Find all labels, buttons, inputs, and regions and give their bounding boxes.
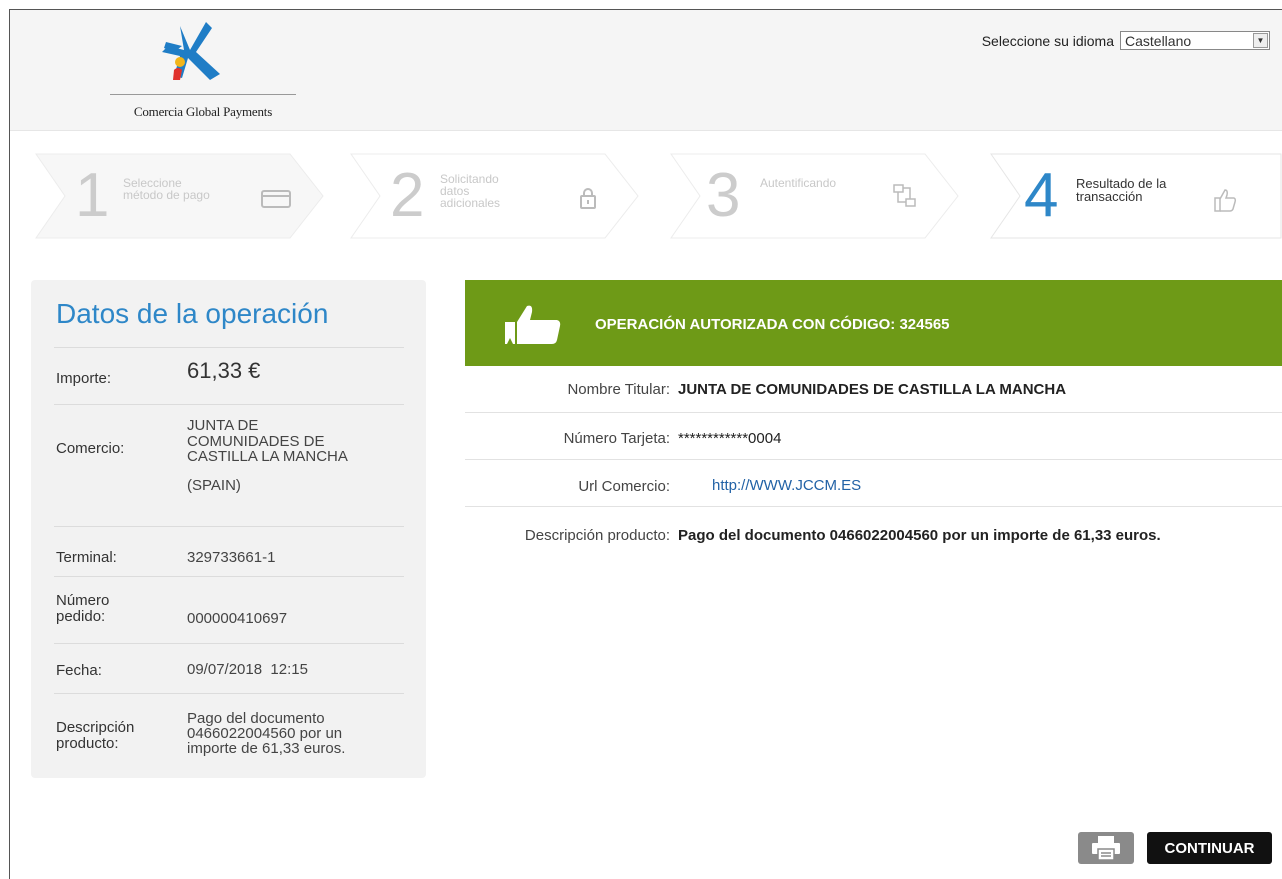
continue-button[interactable]: CONTINUAR: [1147, 832, 1272, 864]
step-1-label: Seleccione método de pago: [123, 176, 210, 202]
step-1: 1 Seleccione método de pago: [35, 153, 325, 239]
comercio-country: (SPAIN): [187, 477, 241, 494]
step-2-number: 2: [390, 161, 425, 230]
pedido-label-line-2: pedido:: [56, 608, 106, 625]
step-4-label: Resultado de la transacción: [1076, 176, 1167, 204]
authorization-banner: OPERACIÓN AUTORIZADA CON CÓDIGO: 324565: [465, 280, 1282, 366]
comercio-label: Comercio:: [56, 440, 125, 457]
divider: [54, 643, 404, 644]
terminal-label: Terminal:: [56, 549, 117, 566]
url-label: Url Comercio:: [578, 478, 670, 495]
logo-divider: [110, 94, 296, 95]
comercio-value-line-1: JUNTA DE: [187, 417, 259, 434]
descripcion-label-line-2: producto:: [56, 735, 119, 752]
step-3-label: Autentificando: [760, 176, 837, 190]
page-frame: Comercia Global Payments Seleccione su i…: [9, 9, 1282, 879]
language-label: Seleccione su idioma: [981, 32, 1114, 49]
tarjeta-label: Número Tarjeta:: [563, 430, 670, 447]
descripcion-value-line-1: Pago del documento: [187, 710, 325, 727]
result-row-url: Url Comercio: http://WWW.JCCM.ES: [465, 460, 1282, 507]
operation-title: Datos de la operación: [56, 298, 329, 329]
step-1-number: 1: [75, 161, 110, 230]
step-3-number: 3: [706, 161, 741, 230]
importe-label: Importe:: [56, 370, 112, 387]
descripcion-value-line-3: importe de 61,33 euros.: [187, 740, 346, 757]
language-selected-value: Castellano: [1125, 32, 1192, 49]
caixa-star-logo-icon: [162, 22, 220, 80]
importe-value: 61,33 €: [187, 358, 261, 383]
language-selector: Seleccione su idioma Castellano ▼: [982, 31, 1270, 50]
step-4: 4 Resultado de la transacción: [990, 153, 1282, 239]
lock-icon: [580, 188, 596, 209]
url-link[interactable]: http://WWW.JCCM.ES: [712, 477, 861, 494]
titular-label: Nombre Titular:: [567, 381, 670, 398]
step-2-label: Solicitando datos adicionales: [440, 172, 501, 210]
fecha-label: Fecha:: [56, 662, 102, 679]
flow-icon: [893, 184, 916, 207]
result-row-tarjeta: Número Tarjeta: ************0004: [465, 413, 1282, 460]
divider: [54, 347, 404, 348]
printer-icon: [1092, 836, 1120, 861]
progress-steps: 1 Seleccione método de pago 2 Solicitand…: [10, 153, 1282, 239]
logo-text: Comercia Global Payments: [133, 104, 273, 119]
result-row-titular: Nombre Titular: JUNTA DE COMUNIDADES DE …: [465, 366, 1282, 413]
step-3: 3 Autentificando: [670, 153, 960, 239]
thumbs-up-icon: [505, 305, 561, 344]
comercio-value-line-2: COMUNIDADES DE: [187, 433, 325, 450]
thumbs-up-icon: [1214, 189, 1237, 212]
operation-details-card: Datos de la operación Importe: 61,33 € C…: [31, 280, 426, 778]
descripcion-label: Descripción producto:: [524, 527, 670, 544]
descripcion-value-line-2: 0466022004560 por un: [187, 725, 343, 742]
result-row-descripcion: Descripción producto: Pago del documento…: [465, 507, 1282, 553]
divider: [54, 526, 404, 527]
card-icon: [261, 190, 291, 208]
brand-logo: Comercia Global Payments: [110, 18, 310, 119]
divider: [54, 693, 404, 694]
comercio-value-line-3: CASTILLA LA MANCHA: [187, 448, 348, 465]
divider: [54, 404, 404, 405]
pedido-label-line-1: Número: [56, 592, 110, 609]
pedido-value: 000000410697: [187, 610, 288, 627]
descripcion-value: Pago del documento 0466022004560 por un …: [678, 527, 1161, 544]
titular-value: JUNTA DE COMUNIDADES DE CASTILLA LA MANC…: [678, 381, 1067, 398]
tarjeta-value: ************0004: [678, 430, 782, 447]
terminal-value: 329733661-1: [187, 549, 276, 566]
step-4-number: 4: [1024, 161, 1059, 230]
descripcion-label-line-1: Descripción: [56, 719, 135, 736]
divider: [54, 576, 404, 577]
chevron-down-icon[interactable]: ▼: [1253, 33, 1268, 48]
authorization-message: OPERACIÓN AUTORIZADA CON CÓDIGO: 324565: [595, 316, 950, 333]
language-select[interactable]: Castellano ▼: [1120, 31, 1270, 50]
fecha-value: 09/07/2018 12:15: [187, 661, 308, 678]
print-button[interactable]: [1078, 832, 1134, 864]
header: Comercia Global Payments Seleccione su i…: [10, 10, 1282, 131]
step-2: 2 Solicitando datos adicionales: [350, 153, 640, 239]
